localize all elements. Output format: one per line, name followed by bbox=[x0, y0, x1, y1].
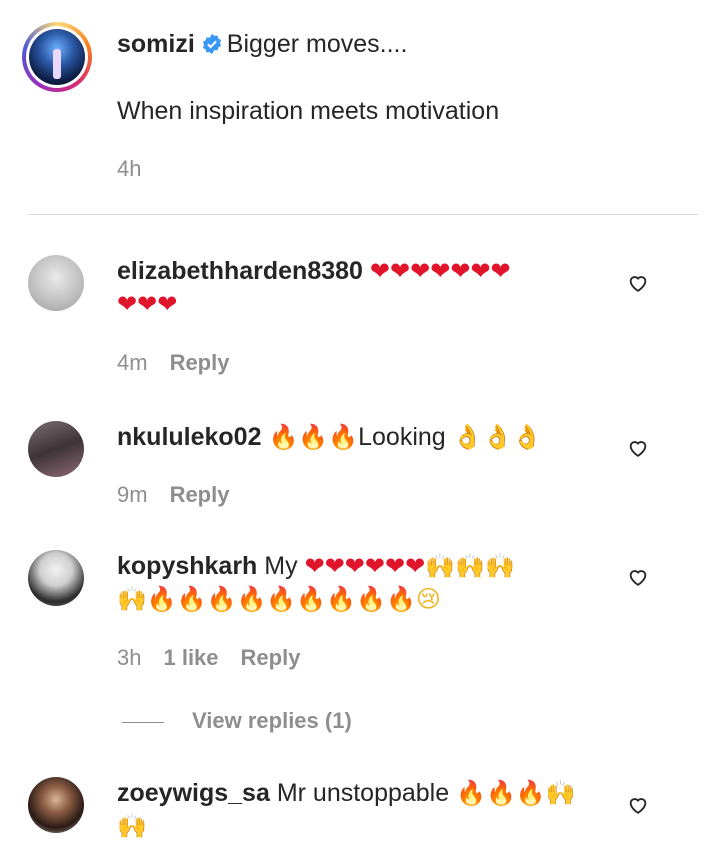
likes-count[interactable]: 1 like bbox=[163, 645, 218, 670]
caption-text-line1: Bigger moves.... bbox=[226, 30, 408, 58]
comment-body: Mr unstoppable bbox=[276, 779, 450, 807]
comment-username[interactable]: nkululeko02 bbox=[117, 423, 262, 451]
fire-emojis: 🔥🔥🔥 bbox=[268, 423, 359, 451]
post-caption: somizi Bigger moves.... bbox=[117, 30, 407, 59]
post-header: somizi Bigger moves.... When inspiration … bbox=[0, 0, 720, 215]
comment-text: nkululeko02 🔥🔥🔥Looking 👌👌👌 bbox=[117, 421, 630, 454]
raised-hands-emojis: 🙌 bbox=[545, 779, 576, 807]
comment-text: kopyshkarh My ❤❤❤❤❤❤🙌🙌🙌 🙌🔥🔥🔥🔥🔥🔥🔥🔥🔥😢 bbox=[117, 550, 630, 616]
commenter-avatar[interactable] bbox=[28, 550, 84, 606]
post-username[interactable]: somizi bbox=[117, 30, 195, 58]
view-replies-label[interactable]: View replies (1) bbox=[192, 708, 352, 734]
comment-username[interactable]: kopyshkarh bbox=[117, 552, 257, 580]
comment-body: Looking bbox=[358, 423, 446, 451]
comment-body: My bbox=[264, 552, 298, 580]
comment-meta: 9m Reply bbox=[117, 482, 229, 508]
heart-outline-icon[interactable] bbox=[627, 566, 649, 588]
raised-hands-emojis: 🙌🙌🙌 bbox=[425, 552, 515, 580]
raised-hands-emojis: 🙌 bbox=[117, 585, 147, 613]
caption-text-line2: When inspiration meets motivation bbox=[117, 97, 500, 125]
view-replies-line bbox=[122, 722, 164, 723]
heart-outline-icon[interactable] bbox=[627, 272, 649, 294]
comment-timestamp: 4m bbox=[117, 350, 148, 375]
comment-meta: 4m Reply bbox=[117, 350, 229, 376]
comment-timestamp: 9m bbox=[117, 482, 148, 507]
heart-outline-icon[interactable] bbox=[627, 437, 649, 459]
commenter-avatar[interactable] bbox=[28, 421, 84, 477]
reply-button[interactable]: Reply bbox=[170, 482, 230, 507]
crying-face-emoji: 😢 bbox=[415, 585, 441, 613]
ok-hand-emojis: 👌👌👌 bbox=[452, 423, 543, 451]
heart-emojis: ❤❤❤ bbox=[117, 290, 178, 318]
comment-text: zoeywigs_sa Mr unstoppable 🔥🔥🔥🙌 🙌 bbox=[117, 777, 630, 843]
reply-button[interactable]: Reply bbox=[241, 645, 301, 670]
comment-username[interactable]: elizabethharden8380 bbox=[117, 257, 363, 285]
commenter-avatar[interactable] bbox=[28, 777, 84, 833]
fire-emojis: 🔥🔥🔥 bbox=[456, 779, 546, 807]
divider bbox=[28, 214, 698, 215]
comment-meta: 3h 1 like Reply bbox=[117, 645, 300, 671]
commenter-avatar[interactable] bbox=[28, 255, 84, 311]
fire-emojis: 🔥🔥🔥🔥🔥🔥🔥🔥🔥 bbox=[146, 585, 416, 613]
verified-badge-icon bbox=[202, 33, 221, 55]
heart-emojis: ❤❤❤❤❤❤❤ bbox=[369, 257, 511, 285]
reply-button[interactable]: Reply bbox=[170, 350, 230, 375]
comment-username[interactable]: zoeywigs_sa bbox=[117, 779, 270, 807]
post-timestamp: 4h bbox=[117, 156, 142, 181]
heart-outline-icon[interactable] bbox=[627, 794, 649, 816]
comment-text: elizabethharden8380 ❤❤❤❤❤❤❤ ❤❤❤ bbox=[117, 255, 630, 321]
comment-timestamp: 3h bbox=[117, 645, 142, 670]
post-author-avatar[interactable] bbox=[22, 22, 92, 92]
raised-hands-emojis: 🙌 bbox=[117, 812, 147, 840]
heart-emojis: ❤❤❤❤❤❤ bbox=[304, 552, 426, 580]
